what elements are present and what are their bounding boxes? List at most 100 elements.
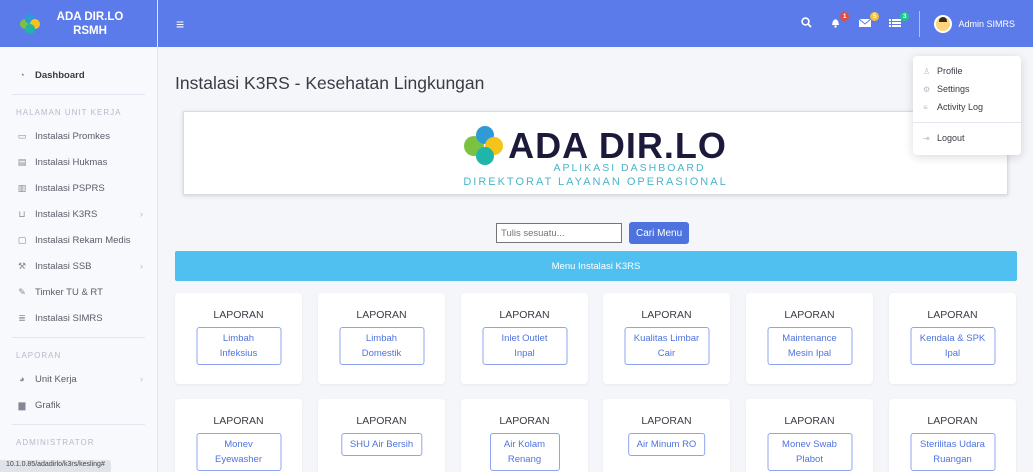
- report-button-shu-air-bersih[interactable]: SHU Air Bersih: [340, 433, 423, 456]
- dashboard-icon: ◔: [19, 70, 25, 80]
- tasks-icon[interactable]: 3: [889, 11, 910, 31]
- menu-item-label: Activity Log: [937, 102, 984, 112]
- menu-item-label: Settings: [937, 84, 970, 94]
- card-title: LAPORAN: [356, 309, 407, 321]
- menu-item-profile[interactable]: ♙ Profile: [913, 62, 1021, 80]
- status-bar-url: 10.1.0.85/adadirlo/k3rs/kesling#: [0, 460, 111, 472]
- sidebar-heading-laporan: LAPORAN: [16, 350, 62, 360]
- report-card: LAPORAN SHU Air Bersih: [318, 399, 445, 472]
- sidebar-item-label: Instalasi PSPRS: [35, 182, 105, 194]
- search-button[interactable]: Cari Menu: [629, 222, 690, 244]
- search-input[interactable]: [496, 223, 622, 243]
- sidebar-heading-unit: HALAMAN UNIT KERJA: [16, 107, 122, 117]
- envelope-icon[interactable]: 5: [859, 11, 880, 31]
- username[interactable]: Admin SIMRS: [958, 19, 1015, 29]
- database-icon: ≣: [18, 312, 26, 323]
- user-dropdown-menu: ♙ Profile ⚙ Settings ≡ Activity Log ⇥ Lo…: [913, 56, 1021, 155]
- monitor-icon: ▢: [17, 234, 27, 245]
- menu-item-logout[interactable]: ⇥ Logout: [913, 129, 1021, 147]
- report-button-air-kolam-renang[interactable]: Air Kolam Renang: [489, 433, 560, 471]
- card-title: LAPORAN: [213, 309, 264, 321]
- sidebar-item-k3rs[interactable]: ⊔ Instalasi K3RS ›: [0, 201, 157, 227]
- avatar[interactable]: [934, 14, 953, 33]
- report-button-kualitas-limbar-cair[interactable]: Kualitas Limbar Cair: [624, 327, 709, 365]
- sidebar-item-label: Instalasi SSB: [35, 260, 92, 272]
- sidebar-item-dashboard[interactable]: ◔ Dashboard: [0, 62, 157, 88]
- report-button-monev-eyewasher[interactable]: Monev Eyewasher: [196, 433, 281, 471]
- report-button-kendala-spk-ipal[interactable]: Kendala & SPK Ipal: [910, 327, 995, 365]
- chevron-right-icon: ›: [140, 261, 143, 271]
- brand-subtitle: RSMH: [73, 24, 107, 37]
- sidebar-item-label: Timker TU & RT: [35, 286, 103, 298]
- alerts-badge: 1: [839, 11, 850, 21]
- report-card: LAPORAN Limbah Infeksius: [175, 293, 302, 384]
- sign-out-icon: ⇥: [923, 133, 930, 143]
- report-card: LAPORAN Maintenance Mesin Ipal: [746, 293, 873, 384]
- report-button-limbah-infeksius[interactable]: Limbah Infeksius: [196, 327, 281, 365]
- sink-icon: ⊔: [18, 208, 26, 219]
- sidebar-item-psprs[interactable]: ▥ Instalasi PSPRS: [0, 175, 157, 201]
- sidebar-item-label: Instalasi K3RS: [35, 208, 98, 220]
- sidebar-item-label: Instalasi Rekam Medis: [35, 234, 131, 246]
- card-title: LAPORAN: [356, 415, 407, 427]
- report-card: LAPORAN Sterilitas Udara Ruangan: [889, 399, 1016, 472]
- sidebar-heading-admin: ADMINISTRATOR: [16, 437, 95, 447]
- sidebar-item-label: Unit Kerja: [35, 373, 77, 385]
- sidebar-item-ssb[interactable]: ⚒ Instalasi SSB ›: [0, 253, 157, 279]
- window-icon: ▭: [17, 130, 27, 141]
- card-title: LAPORAN: [641, 415, 692, 427]
- report-card: LAPORAN Kendala & SPK Ipal: [889, 293, 1016, 384]
- sidebar-item-hukmas[interactable]: ▤ Instalasi Hukmas: [0, 149, 157, 175]
- menu-item-settings[interactable]: ⚙ Settings: [913, 80, 1021, 98]
- pie-icon: ◕: [19, 374, 25, 384]
- sidebar-item-label: Dashboard: [35, 69, 85, 81]
- sidebar-item-label: Grafik: [35, 399, 61, 411]
- edit-icon: ✎: [18, 286, 26, 297]
- search-icon[interactable]: [801, 16, 813, 31]
- topbar-divider: [919, 10, 921, 37]
- brand[interactable]: ADA DIR.LO RSMH: [0, 0, 157, 47]
- report-card: LAPORAN Air Kolam Renang: [461, 399, 588, 472]
- divider: [12, 94, 145, 95]
- card-title: LAPORAN: [927, 309, 978, 321]
- menu-section-header: Menu Instalasi K3RS: [175, 251, 1017, 281]
- report-button-air-minum-ro[interactable]: Air Minum RO: [627, 433, 706, 456]
- messages-badge: 5: [869, 11, 880, 21]
- page-title: Instalasi K3RS - Kesehatan Lingkungan: [175, 73, 485, 93]
- sidebar-item-rekam-medis[interactable]: ▢ Instalasi Rekam Medis: [0, 227, 157, 253]
- bell-icon[interactable]: 1: [830, 11, 850, 31]
- report-card: LAPORAN Monev Swab Plabot: [746, 399, 873, 472]
- sidebar-item-unit-kerja[interactable]: ◕ Unit Kerja ›: [0, 366, 157, 392]
- app-logo-icon: [464, 126, 504, 166]
- report-card: LAPORAN Monev Eyewasher: [175, 399, 302, 472]
- sidebar-item-label: Instalasi Promkes: [35, 130, 110, 142]
- report-button-limbah-domestik[interactable]: Limbah Domestik: [339, 327, 424, 365]
- report-card: LAPORAN Air Minum RO: [603, 399, 730, 472]
- chevron-right-icon: ›: [140, 374, 143, 384]
- sidebar-item-grafik[interactable]: ▆ Grafik: [0, 392, 157, 418]
- sidebar-item-promkes[interactable]: ▭ Instalasi Promkes: [0, 123, 157, 149]
- menu-item-label: Logout: [937, 133, 965, 143]
- menu-toggle-icon[interactable]: ≡: [176, 16, 184, 32]
- divider: [913, 122, 1021, 123]
- report-button-inlet-outlet-inpal[interactable]: Inlet Outlet Inpal: [482, 327, 567, 365]
- user-icon: ♙: [923, 66, 931, 76]
- sidebar-item-label: Instalasi SIMRS: [35, 312, 103, 324]
- banner-subtitle: APLIKASI DASHBOARD: [553, 162, 706, 174]
- menu-item-activity-log[interactable]: ≡ Activity Log: [913, 98, 1021, 116]
- report-card: LAPORAN Limbah Domestik: [318, 293, 445, 384]
- sidebar-item-timker[interactable]: ✎ Timker TU & RT: [0, 279, 157, 305]
- report-card: LAPORAN Inlet Outlet Inpal: [461, 293, 588, 384]
- report-button-monev-swab-plabot[interactable]: Monev Swab Plabot: [767, 433, 852, 471]
- sidebar-item-simrs[interactable]: ≣ Instalasi SIMRS: [0, 305, 157, 331]
- chevron-right-icon: ›: [140, 209, 143, 219]
- report-button-maintenance-mesin-ipal[interactable]: Maintenance Mesin Ipal: [767, 327, 852, 365]
- report-button-sterilitas-udara-ruangan[interactable]: Sterilitas Udara Ruangan: [910, 433, 995, 471]
- banner-subtitle-2: DIREKTORAT LAYANAN OPERASIONAL: [463, 176, 728, 188]
- app-banner: ADA DIR.LO APLIKASI DASHBOARD DIREKTORAT…: [183, 111, 1008, 195]
- divider: [12, 337, 145, 338]
- card-title: LAPORAN: [213, 415, 264, 427]
- card-title: LAPORAN: [927, 415, 978, 427]
- gear-icon: ⚙: [923, 84, 931, 94]
- sidebar: ADA DIR.LO RSMH ◔ Dashboard HALAMAN UNIT…: [0, 0, 158, 472]
